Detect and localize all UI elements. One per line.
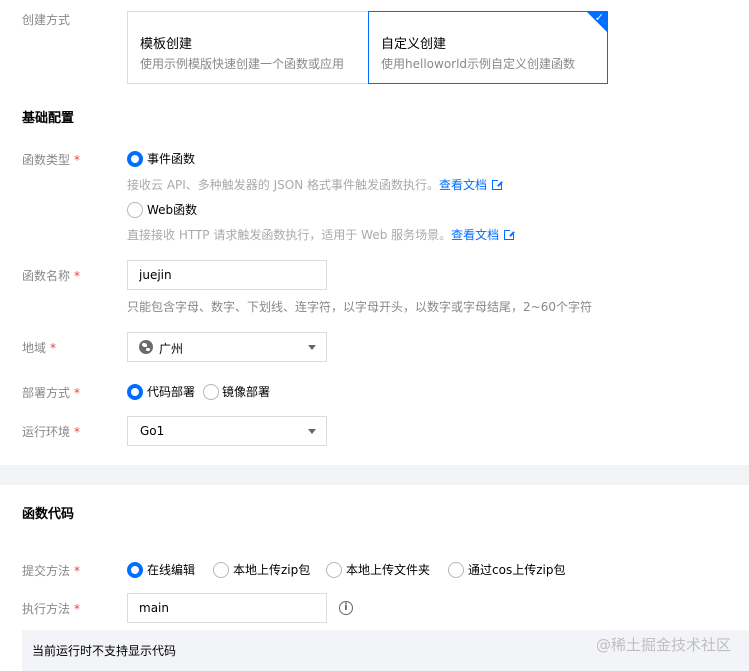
region-select[interactable]: 广州 [127, 332, 327, 362]
local-folder-radio[interactable] [326, 562, 342, 578]
basic-config-title: 基础配置 [22, 111, 75, 126]
external-link-icon[interactable] [504, 229, 516, 240]
event-function-desc: 接收云 API、多种触发器的 JSON 格式事件触发函数执行。查看文档 [127, 177, 504, 193]
local-zip-radio[interactable] [213, 562, 229, 578]
runtime-value: Go1 [140, 424, 165, 438]
func-type-label: 函数类型 * [22, 153, 81, 167]
custom-create-title: 自定义创建 [381, 37, 447, 52]
func-name-input[interactable] [127, 260, 327, 290]
local-zip-label: 本地上传zip包 [233, 563, 311, 577]
external-link-icon[interactable] [492, 179, 504, 190]
online-edit-radio[interactable] [127, 562, 143, 578]
custom-create-card[interactable]: ✓ 自定义创建 使用helloworld示例自定义创建函数 [368, 11, 608, 84]
chevron-down-icon [308, 345, 316, 350]
code-deploy-radio[interactable] [127, 384, 143, 400]
image-deploy-radio[interactable] [203, 384, 219, 400]
online-edit-label: 在线编辑 [147, 563, 196, 577]
template-create-desc: 使用示例模版快速创建一个函数或应用 [140, 57, 345, 71]
submit-method-label: 提交方法 * [22, 564, 81, 578]
code-notice-text: 当前运行时不支持显示代码 [32, 644, 177, 658]
web-function-desc: 直接接收 HTTP 请求触发函数执行，适用于 Web 服务场景。查看文档 [127, 227, 516, 243]
cos-zip-radio[interactable] [448, 562, 464, 578]
create-method-label: 创建方式 [22, 13, 71, 27]
image-deploy-label: 镜像部署 [222, 385, 271, 399]
func-name-hint: 只能包含字母、数字、下划线、连字符，以字母开头，以数字或字母结尾，2~60个字符 [127, 300, 592, 314]
check-icon: ✓ [594, 11, 604, 24]
runtime-select[interactable]: Go1 [127, 416, 327, 446]
chevron-down-icon [308, 429, 316, 434]
function-code-title: 函数代码 [22, 507, 75, 522]
event-function-radio[interactable] [127, 151, 143, 167]
watermark: @稀土掘金技术社区 [595, 636, 731, 654]
cos-zip-label: 通过cos上传zip包 [468, 563, 566, 577]
deploy-label: 部署方式 * [22, 386, 81, 400]
event-doc-link[interactable]: 查看文档 [439, 178, 487, 192]
basic-config-panel: 创建方式 模板创建 使用示例模版快速创建一个函数或应用 ✓ 自定义创建 使用he… [0, 0, 749, 465]
custom-create-desc: 使用helloworld示例自定义创建函数 [381, 57, 576, 71]
runtime-label: 运行环境 * [22, 425, 81, 439]
handler-input[interactable] [127, 593, 327, 623]
func-name-label: 函数名称 * [22, 269, 81, 283]
web-doc-link[interactable]: 查看文档 [451, 228, 499, 242]
template-create-title: 模板创建 [140, 37, 193, 52]
web-function-radio[interactable] [127, 202, 143, 218]
event-function-label: 事件函数 [147, 152, 196, 166]
region-label: 地域 * [22, 341, 57, 355]
handler-label: 执行方法 * [22, 602, 81, 616]
code-deploy-label: 代码部署 [147, 385, 196, 399]
web-function-label: Web函数 [147, 203, 198, 217]
template-create-card[interactable]: 模板创建 使用示例模版快速创建一个函数或应用 [127, 11, 369, 84]
region-value: 广州 [159, 342, 184, 356]
globe-icon [139, 340, 153, 354]
local-folder-label: 本地上传文件夹 [346, 563, 431, 577]
info-icon[interactable]: i [339, 601, 353, 615]
